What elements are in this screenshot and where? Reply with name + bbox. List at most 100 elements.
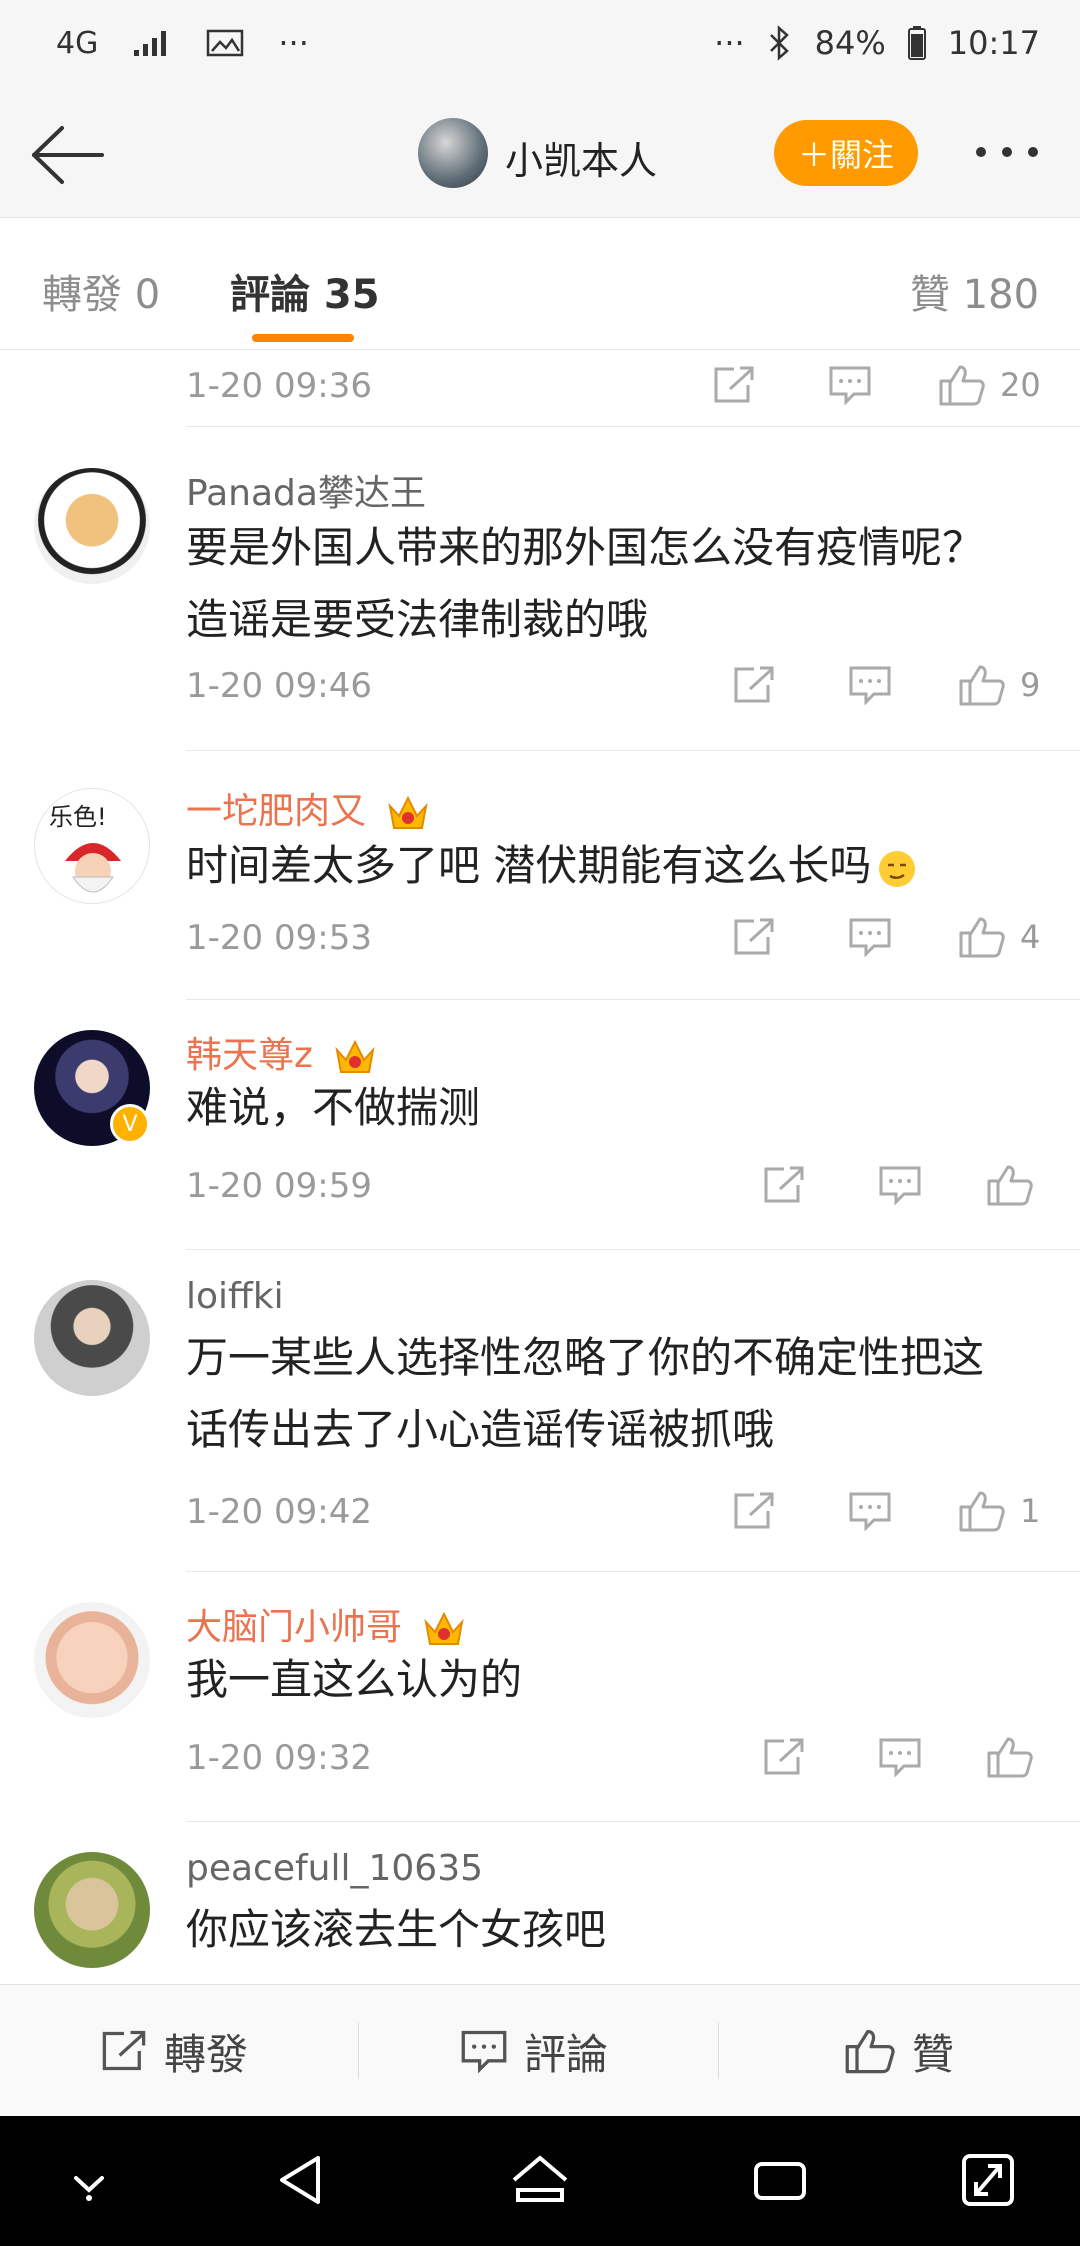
comment-item[interactable]: loiffki 万一某些人选择性忽略了你的不确定性把这 话传出去了小心造谣传谣被… bbox=[0, 1250, 1080, 1572]
svg-text:乐色!: 乐色! bbox=[49, 803, 107, 831]
comment-icon bbox=[829, 366, 871, 405]
follow-button[interactable]: ＋關注 bbox=[774, 120, 918, 186]
tab-bar: 轉發 0 評論 35 贊 180 bbox=[0, 218, 1080, 350]
user-avatar[interactable] bbox=[34, 1280, 150, 1396]
comment-item[interactable]: peacefull_10635 你应该滚去生个女孩吧 bbox=[0, 1822, 1080, 1984]
share-button[interactable] bbox=[732, 1486, 776, 1536]
share-icon bbox=[734, 918, 774, 955]
share-button[interactable] bbox=[712, 360, 756, 410]
comment-line-text: 时间差太多了吧 潜伏期能有这么长吗 bbox=[186, 841, 872, 890]
nav-home-icon[interactable] bbox=[508, 2150, 572, 2210]
user-name[interactable]: 一坨肥肉又 bbox=[186, 782, 429, 834]
like-button[interactable] bbox=[986, 1160, 1034, 1210]
author-avatar[interactable] bbox=[418, 118, 488, 188]
author-name[interactable]: 小凯本人 bbox=[505, 130, 657, 185]
tab-likes[interactable]: 贊 180 bbox=[910, 262, 1039, 320]
clock: 10:17 bbox=[947, 24, 1040, 62]
comment-line: 话传出去了小心造谣传谣被抓哦 bbox=[186, 1405, 775, 1454]
nav-expand-icon[interactable] bbox=[960, 2150, 1016, 2210]
comment-line: 我一直这么认为的 bbox=[186, 1655, 523, 1704]
user-name-text: 大脑门小帅哥 bbox=[186, 1607, 403, 1648]
user-name[interactable]: Panada攀达王 bbox=[186, 464, 426, 516]
reply-button[interactable] bbox=[828, 360, 872, 410]
vip-crown-icon bbox=[424, 1611, 465, 1645]
comment-text: 万一某些人选择性忽略了你的不确定性把这 话传出去了小心造谣传谣被抓哦 bbox=[186, 1322, 1056, 1466]
comment-text: 你应该滚去生个女孩吧 bbox=[186, 1894, 1056, 1966]
more-options-icon[interactable] bbox=[976, 132, 1056, 172]
comment-actions-row: 1-20 09:36 20 bbox=[0, 350, 1080, 428]
vip-crown-icon bbox=[388, 795, 429, 829]
thumb-up-icon bbox=[987, 1165, 1033, 1206]
like-button[interactable] bbox=[986, 1732, 1034, 1782]
comment-line: 时间差太多了吧 潜伏期能有这么长吗 bbox=[186, 830, 1056, 902]
reply-button[interactable] bbox=[848, 660, 892, 710]
user-avatar[interactable] bbox=[34, 1852, 150, 1968]
share-icon bbox=[734, 1492, 774, 1529]
tab-repost[interactable]: 轉發 0 bbox=[42, 262, 160, 320]
thumb-up-icon bbox=[939, 365, 985, 406]
nav-collapse-icon[interactable] bbox=[64, 2150, 114, 2210]
reply-button[interactable] bbox=[878, 1160, 922, 1210]
like-button[interactable]: 1 bbox=[958, 1486, 1040, 1536]
user-name[interactable]: peacefull_10635 bbox=[186, 1848, 483, 1889]
user-name[interactable]: loiffki bbox=[186, 1276, 284, 1317]
system-nav-bar bbox=[0, 2116, 1080, 2246]
emoji-icon bbox=[879, 850, 916, 887]
nav-back-icon[interactable] bbox=[272, 2150, 332, 2210]
comment-icon bbox=[461, 2030, 507, 2073]
share-icon bbox=[714, 366, 754, 403]
comment-icon bbox=[849, 918, 891, 957]
comment-button[interactable]: 評論 bbox=[460, 1985, 608, 2117]
thumb-up-icon bbox=[959, 665, 1005, 706]
like-button[interactable]: 20 bbox=[938, 360, 1041, 410]
comment-time: 1-20 09:36 bbox=[186, 366, 372, 406]
reply-button[interactable] bbox=[848, 912, 892, 962]
reply-button[interactable] bbox=[848, 1486, 892, 1536]
user-name[interactable]: 韩天尊z bbox=[186, 1026, 376, 1078]
app-header: 小凯本人 ＋關注 bbox=[0, 92, 1080, 218]
user-name-text: 一坨肥肉又 bbox=[186, 791, 367, 832]
comment-time: 1-20 09:59 bbox=[186, 1166, 372, 1206]
comment-line: 要是外国人带来的那外国怎么没有疫情呢？ bbox=[186, 523, 985, 572]
tab-comments[interactable]: 評論 35 bbox=[230, 262, 380, 320]
like-button[interactable]: 4 bbox=[958, 912, 1040, 962]
back-arrow-icon[interactable] bbox=[28, 122, 108, 188]
user-name[interactable]: 大脑门小帅哥 bbox=[186, 1598, 465, 1650]
share-button[interactable] bbox=[732, 660, 776, 710]
user-avatar[interactable]: 乐色! bbox=[34, 788, 150, 904]
like-count: 1 bbox=[1020, 1492, 1041, 1530]
share-button[interactable] bbox=[762, 1160, 806, 1210]
share-button[interactable] bbox=[762, 1732, 806, 1782]
comment-item[interactable]: V 韩天尊z 难说，不做揣测 1-20 09:59 bbox=[0, 1000, 1080, 1250]
comment-time: 1-20 09:42 bbox=[186, 1492, 372, 1532]
like-button[interactable]: 9 bbox=[958, 660, 1040, 710]
active-tab-indicator bbox=[252, 334, 354, 342]
share-icon bbox=[764, 1738, 804, 1775]
comment-list[interactable]: 1-20 09:36 20 Panada攀达王 要是外国人带来的那外国怎么没有疫… bbox=[0, 350, 1080, 1984]
comment-text: 时间差太多了吧 潜伏期能有这么长吗 bbox=[186, 830, 1056, 902]
like-bottom-button[interactable]: 贊 bbox=[844, 1985, 954, 2117]
like-count: 9 bbox=[1020, 666, 1041, 704]
comment-text: 难说，不做揣测 bbox=[186, 1072, 1056, 1144]
comment-line: 难说，不做揣测 bbox=[186, 1083, 481, 1132]
comment-item[interactable]: 乐色! 一坨肥肉又 时间差太多了吧 潜伏期能有这么长吗 1-20 09:53 4 bbox=[0, 750, 1080, 1000]
thumb-up-icon bbox=[959, 917, 1005, 958]
verified-badge-icon: V bbox=[110, 1104, 150, 1144]
repost-button[interactable]: 轉發 bbox=[100, 1985, 248, 2117]
share-button[interactable] bbox=[732, 912, 776, 962]
comment-time: 1-20 09:53 bbox=[186, 918, 372, 958]
battery-icon bbox=[907, 26, 926, 60]
like-count: 4 bbox=[1020, 918, 1041, 956]
user-avatar[interactable] bbox=[34, 468, 150, 584]
battery-percent: 84% bbox=[814, 24, 886, 62]
signal-icon bbox=[134, 31, 167, 56]
comment-item[interactable]: Panada攀达王 要是外国人带来的那外国怎么没有疫情呢？ 造谣是要受法律制裁的… bbox=[0, 428, 1080, 751]
user-avatar[interactable] bbox=[34, 1602, 150, 1718]
reply-button[interactable] bbox=[878, 1732, 922, 1782]
comment-label: 評論 bbox=[524, 2029, 609, 2079]
image-icon bbox=[207, 29, 244, 57]
nav-recents-icon[interactable] bbox=[750, 2150, 810, 2210]
comment-item[interactable]: 大脑门小帅哥 我一直这么认为的 1-20 09:32 bbox=[0, 1572, 1080, 1822]
santa-avatar-image: 乐色! bbox=[49, 803, 121, 893]
share-icon bbox=[102, 2030, 146, 2071]
